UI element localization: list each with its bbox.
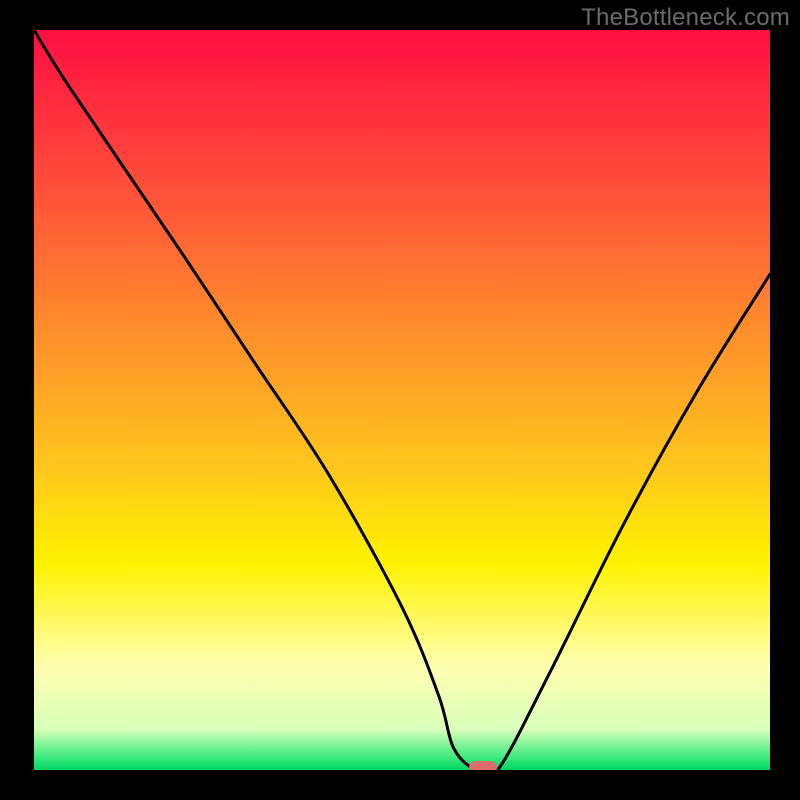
optimal-marker [469,761,497,770]
chart-container: TheBottleneck.com [0,0,800,800]
gradient-background [34,30,770,770]
bottleneck-plot [34,30,770,770]
watermark-text: TheBottleneck.com [581,4,790,32]
